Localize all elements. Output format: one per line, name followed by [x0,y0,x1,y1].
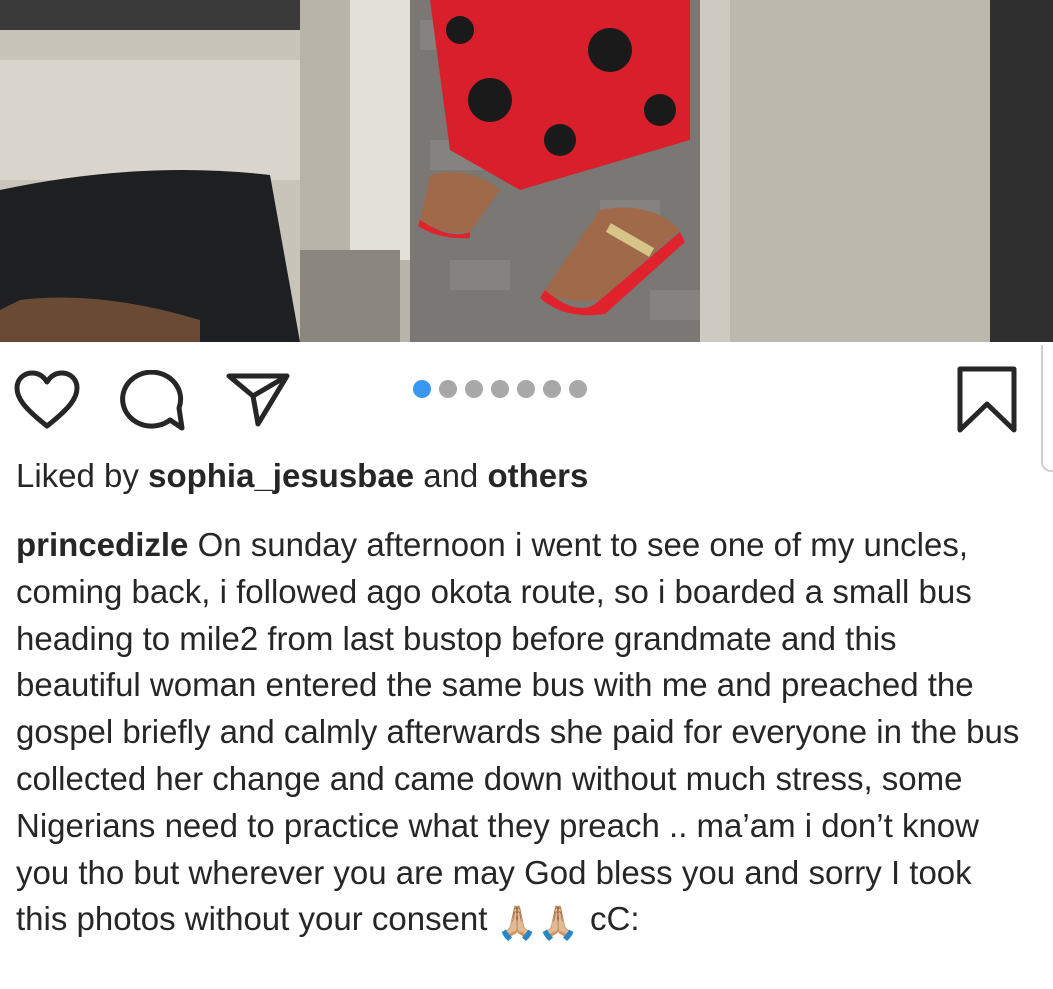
carousel-dot [413,380,431,398]
caption-username[interactable]: princedizle [16,526,188,563]
caption-text: On sunday afternoon i went to see one of… [16,526,1020,938]
likes-line: Liked by sophia_jesusbae and others [16,454,588,498]
liker-username[interactable]: sophia_jesusbae [148,457,414,494]
photo-illustration [0,0,1053,342]
caption-tail: cC: [589,900,640,938]
likes-middle: and [423,457,479,494]
carousel-dot [569,380,587,398]
carousel-dot [439,380,457,398]
praying-hands-emoji: 🙏🏼🙏🏼 [496,904,579,942]
scroll-edge [1041,345,1053,472]
carousel-dot [465,380,483,398]
post-photo[interactable] [0,0,1053,342]
likes-prefix: Liked by [16,457,139,494]
carousel-dot [517,380,535,398]
post-caption: princedizle On sunday afternoon i went t… [16,522,1026,947]
share-icon[interactable] [226,372,290,428]
carousel-indicator [413,380,587,398]
heart-icon[interactable] [14,370,80,430]
bookmark-icon[interactable] [957,366,1017,434]
carousel-dot [543,380,561,398]
comment-icon[interactable] [118,370,186,432]
likes-others-link[interactable]: others [487,457,588,494]
carousel-dot [491,380,509,398]
